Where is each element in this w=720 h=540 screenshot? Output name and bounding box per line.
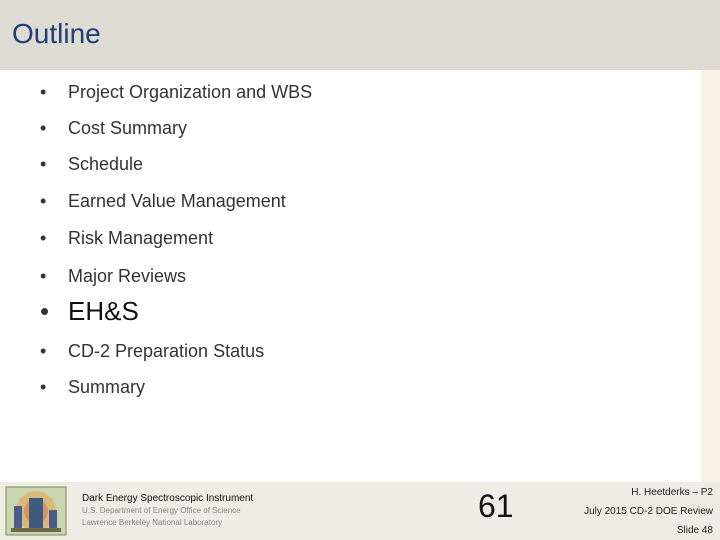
bullet-dot: • [40,118,47,138]
bullet-item: • EH&S [40,296,139,327]
bullet-item: • Earned Value Management [40,191,286,212]
bullet-dot: • [40,191,47,211]
bullet-dot: • [40,266,47,286]
bullet-text: CD-2 Preparation Status [68,341,265,361]
bullet-dot: • [40,82,47,102]
bullet-text: Earned Value Management [68,191,286,211]
bullet-item: • Project Organization and WBS [40,82,312,103]
bullet-dot: • [40,228,47,248]
slide-label: Slide 48 [676,525,713,536]
bullet-text: Cost Summary [68,118,188,138]
bullet-item: • Schedule [40,154,143,175]
bullet-item: • Cost Summary [40,118,187,139]
bullet-dot: • [40,341,47,361]
bullet-dot: • [40,154,47,174]
bullet-text: Risk Management [68,228,214,248]
bullet-item: • CD-2 Preparation Status [40,341,264,362]
bullet-dot: • [40,296,50,326]
slide-title: Outline [12,18,101,49]
organization-line-1: U.S. Department of Energy Office of Scie… [82,506,241,515]
bullet-text: EH&S [68,296,139,326]
bullet-text: Summary [68,377,146,397]
organization-line-2: Lawrence Berkeley National Laboratory [82,518,223,527]
bullet-text: Project Organization and WBS [68,82,313,102]
title-bar: Outline [0,0,720,70]
bullet-item: • Risk Management [40,228,213,249]
presenter-name: H. Heetderks – P2 [631,487,713,498]
bullet-item: • Summary [40,377,145,398]
bullet-text: Schedule [68,154,144,174]
decorative-strip [701,70,720,482]
bullet-text: Major Reviews [68,266,187,286]
page-number: 61 [478,488,514,524]
organization-name: Dark Energy Spectroscopic Instrument [82,493,254,504]
desi-logo [5,486,67,536]
event-name: July 2015 CD-2 DOE Review [584,506,713,517]
bullet-item: • Major Reviews [40,266,186,287]
bullet-dot: • [40,377,47,397]
